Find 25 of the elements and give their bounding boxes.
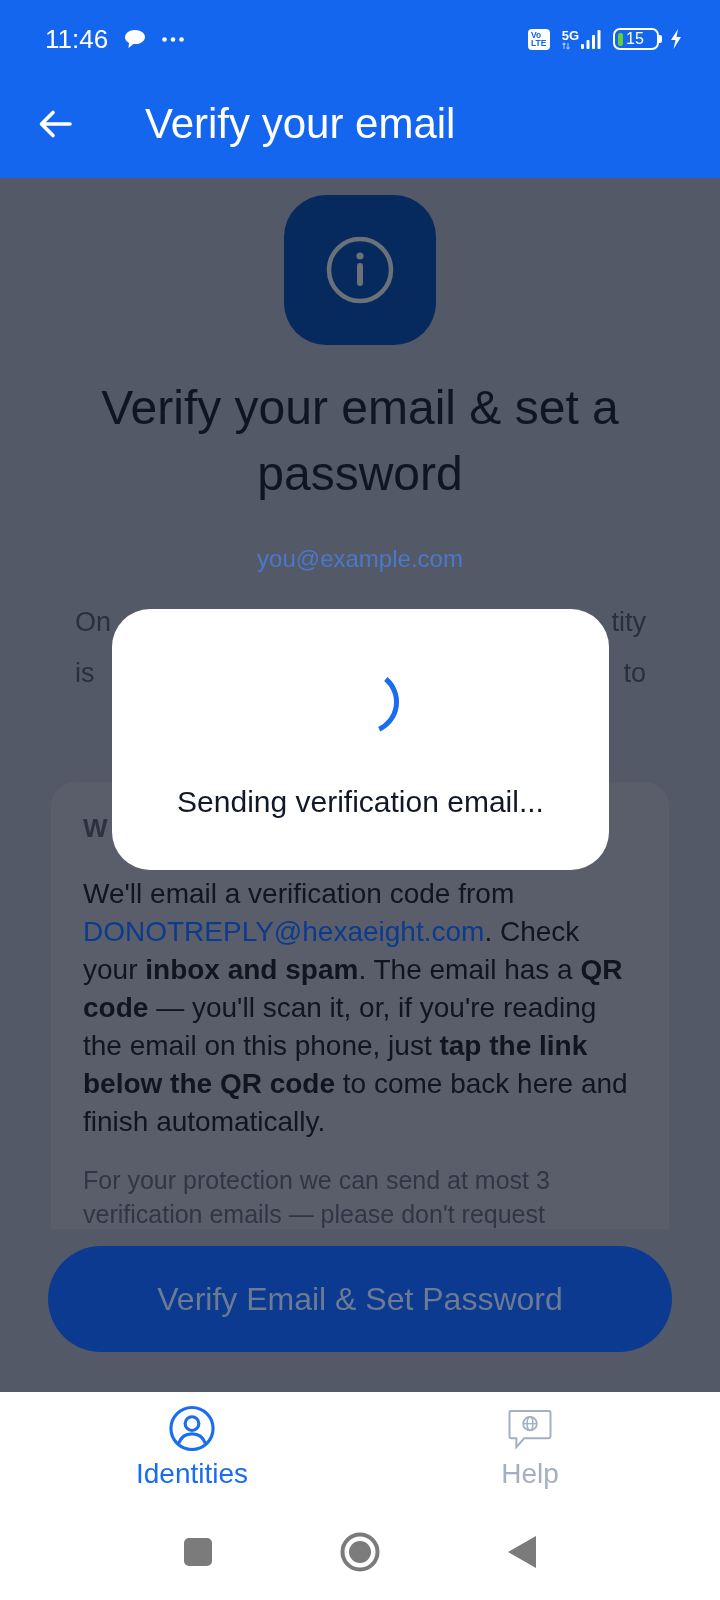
charging-bolt-icon [670, 29, 682, 49]
signal-bars-icon [581, 29, 601, 49]
bottom-nav-tab[interactable]: Identities [122, 1405, 262, 1490]
data-arrows-icon [561, 41, 570, 50]
more-dots-icon [162, 36, 185, 42]
back-icon[interactable] [508, 1536, 536, 1568]
instructions-paragraph: We'll email a verification code from DONOTREPLY@hexaeight.com. Check your inbox and spam. The email has a QR code — you'll scan it, or, if you're reading the email on this phone, just tap the link below the QR code to come back here and finish automatically. [83, 877, 629, 1139]
chat-globe-icon [507, 1409, 553, 1450]
home-icon[interactable] [340, 1532, 380, 1572]
dialog-message: Sending verification email... [177, 785, 544, 818]
verify-button[interactable]: Verify Email & Set Password [48, 1246, 672, 1352]
recents-icon[interactable] [184, 1538, 212, 1566]
person-circle-icon [168, 1405, 216, 1452]
info-icon [284, 195, 436, 345]
network-type-label: 5G [561, 28, 579, 42]
back-arrow-icon[interactable] [38, 109, 72, 139]
volte-indicator: Vo LTE [527, 28, 550, 50]
status-time: 11:46 [45, 26, 109, 52]
battery-indicator: 15 [613, 28, 662, 50]
sender-email-link[interactable]: DONOTREPLY@hexaeight.com [83, 916, 485, 947]
bottom-nav-tab[interactable]: Help [460, 1405, 600, 1490]
chat-bubble-icon [124, 29, 147, 49]
screen-title: Verify your email [145, 98, 456, 149]
page-heading: Verify your email & set a password [100, 380, 620, 502]
email-address: you@example.com [257, 545, 463, 572]
